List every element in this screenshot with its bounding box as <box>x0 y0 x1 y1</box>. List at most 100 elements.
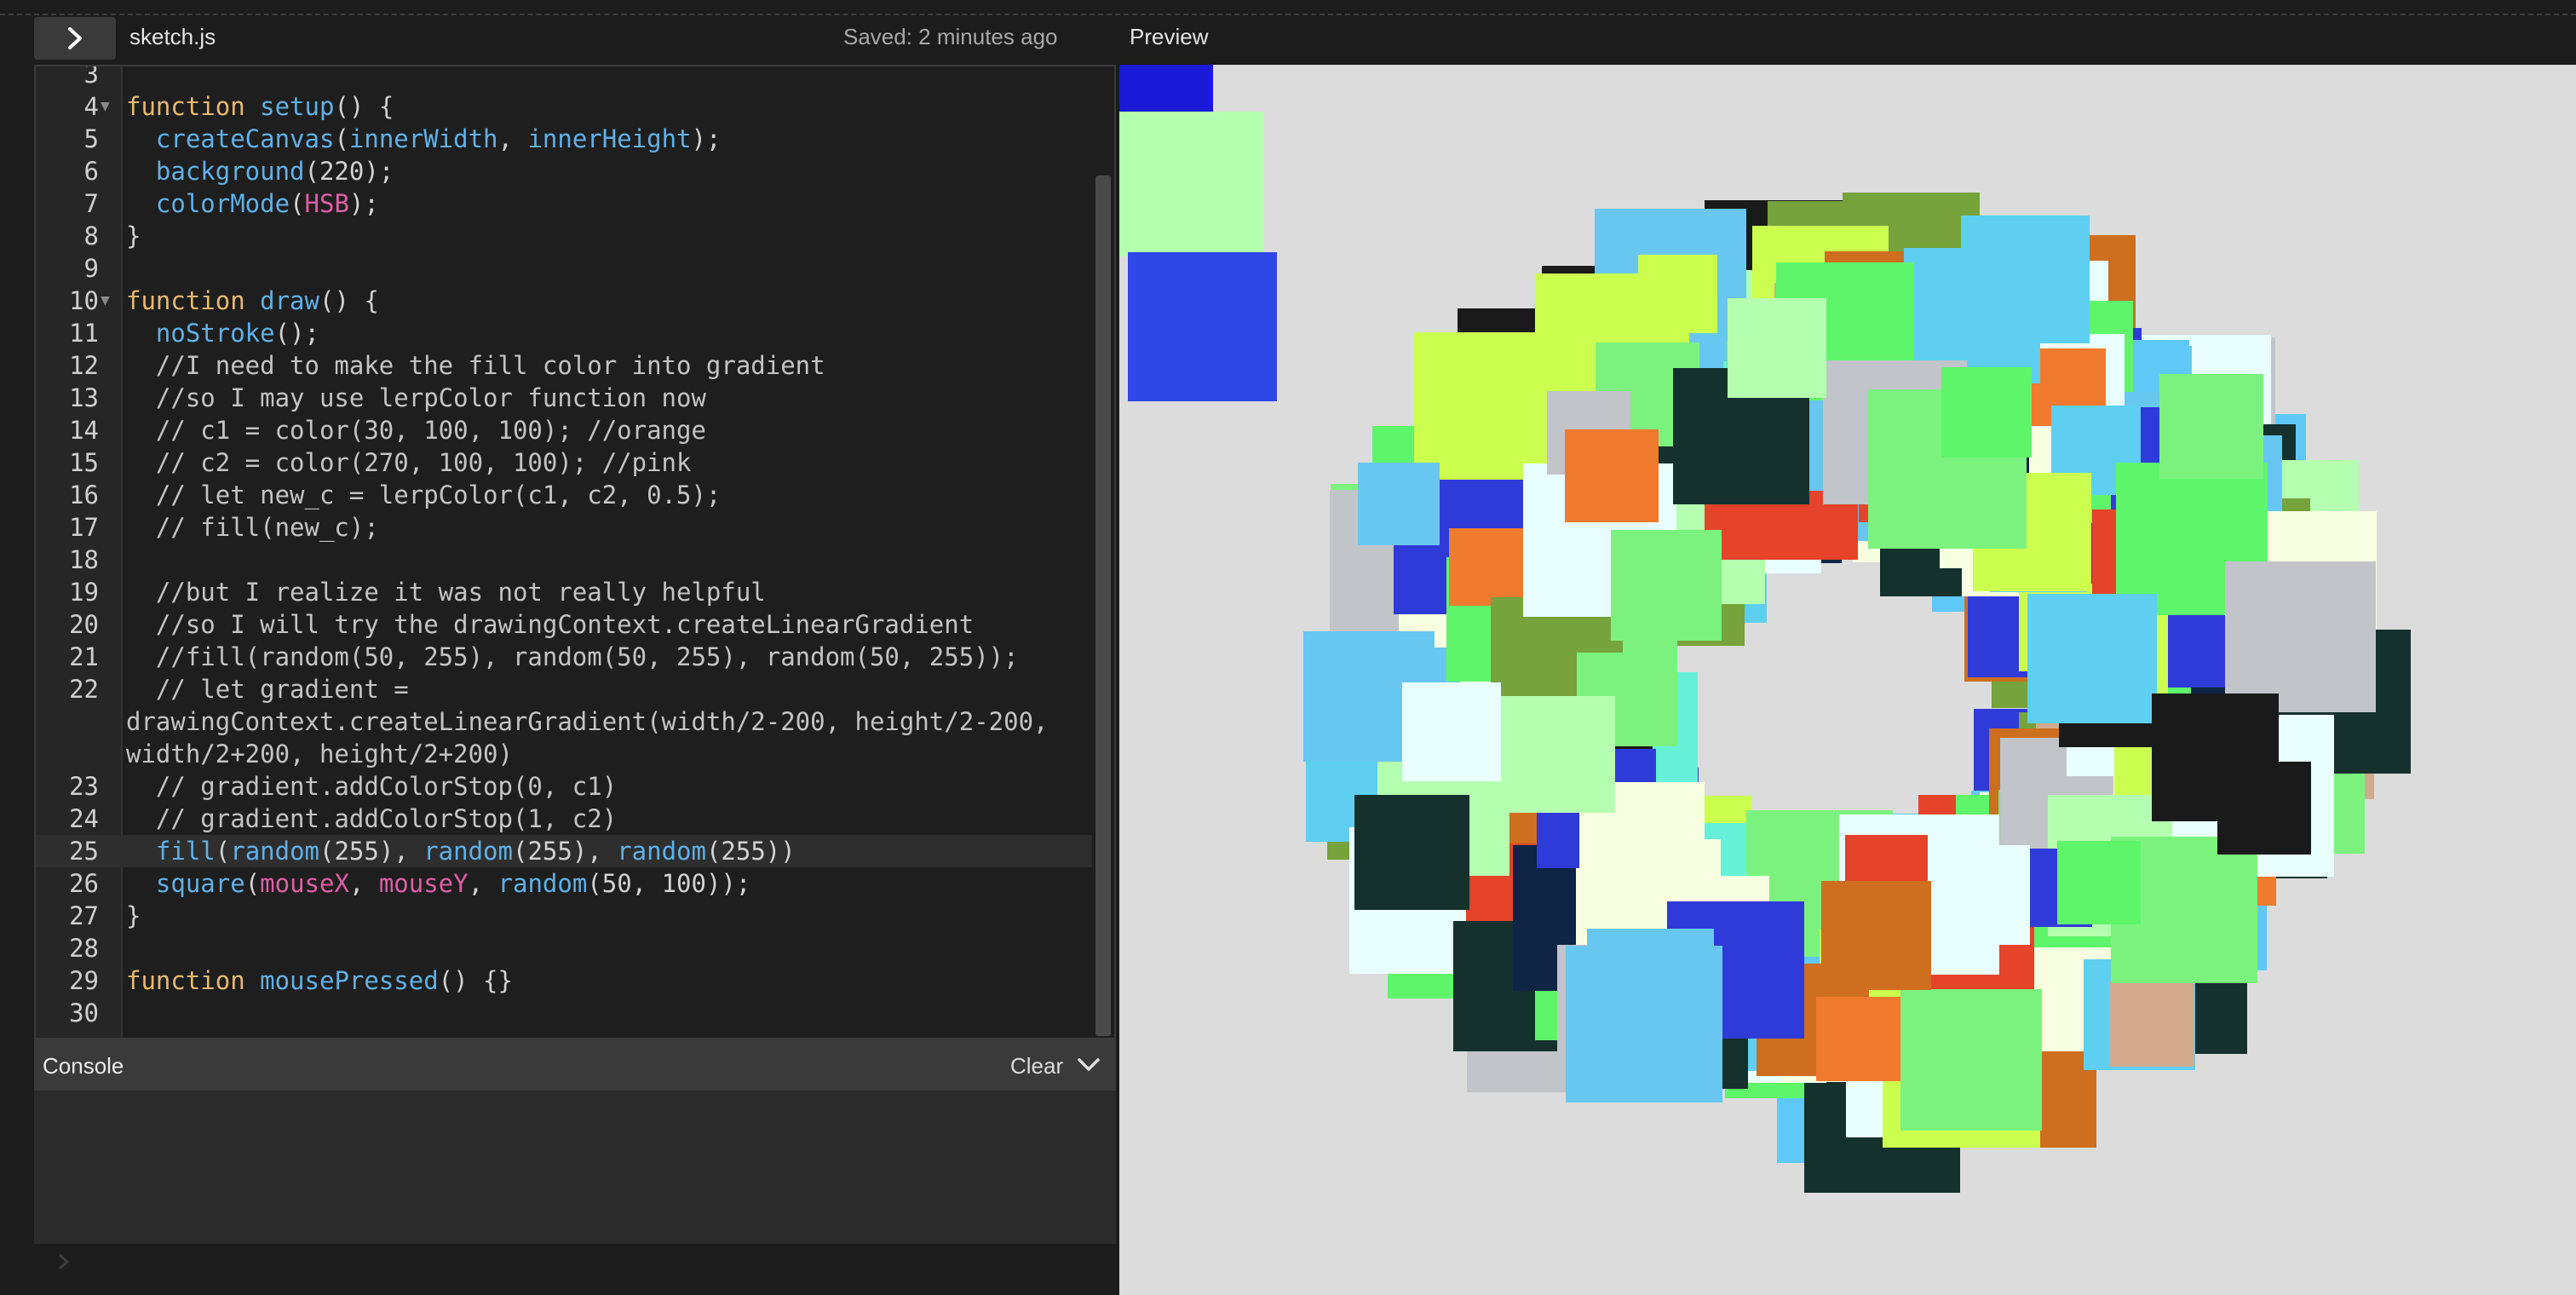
drawn-square <box>2151 694 2279 821</box>
line-number: 7 <box>83 189 99 218</box>
code-text: //fill(random(50, 255), random(50, 255),… <box>126 642 1019 671</box>
drawn-square <box>2108 981 2194 1068</box>
fold-toggle-icon[interactable]: ▼ <box>101 90 110 123</box>
code-editor[interactable]: 3 4 ▼ function setup() {5 createCanvas(inne… <box>34 65 1116 1039</box>
code-text: fill(random(255), random(255), random(25… <box>126 837 796 866</box>
line-number: 29 <box>69 966 99 995</box>
drawn-square <box>1727 298 1827 398</box>
drawn-square <box>1401 682 1502 782</box>
code-line[interactable]: 22 // let gradient = <box>36 673 1114 705</box>
drawn-square <box>2057 841 2141 924</box>
code-line[interactable]: 21 //fill(random(50, 255), random(50, 25… <box>36 641 1114 673</box>
code-text: // gradient.addColorStop(0, c1) <box>126 772 618 801</box>
code-text: colorMode(HSB); <box>126 189 379 218</box>
line-number: 3 <box>83 65 99 89</box>
editor-scrollbar[interactable] <box>1092 66 1114 1038</box>
line-number: 12 <box>69 351 99 380</box>
code-line[interactable]: 24 // gradient.addColorStop(1, c2) <box>36 803 1114 835</box>
code-line[interactable]: 25 fill(random(255), random(255), random… <box>36 835 1114 867</box>
line-number: 28 <box>69 934 99 963</box>
drawn-square <box>1565 429 1659 523</box>
chevron-right-icon <box>68 27 82 49</box>
drawn-square <box>2159 374 2264 479</box>
code-text: // gradient.addColorStop(1, c2) <box>126 804 618 833</box>
line-number: 25 <box>69 837 99 866</box>
line-number: 18 <box>69 545 99 574</box>
line-number: 16 <box>69 481 99 509</box>
code-text: } <box>126 901 141 930</box>
code-text: //I need to make the fill color into gra… <box>126 351 825 380</box>
console-output[interactable] <box>34 1091 1116 1244</box>
code-line[interactable]: 13 //so I may use lerpColor function now <box>36 382 1114 414</box>
line-number: 20 <box>69 610 99 639</box>
drawn-square <box>1815 996 1901 1082</box>
drawn-square <box>1357 462 1440 545</box>
code-text: function setup() { <box>126 92 394 121</box>
drawn-square <box>1611 530 1722 641</box>
line-number: 24 <box>69 804 99 833</box>
console-header[interactable]: Console Clear <box>34 1039 1116 1091</box>
drawn-square <box>1498 695 1616 813</box>
code-text: drawingContext.createLinearGradient(widt… <box>126 707 1049 736</box>
code-line[interactable]: 6 background(220); <box>36 155 1114 187</box>
code-line[interactable]: 18 <box>36 544 1114 576</box>
code-line[interactable]: 5 createCanvas(innerWidth, innerHeight); <box>36 123 1114 155</box>
code-line[interactable]: 27} <box>36 900 1114 932</box>
line-number: 17 <box>69 513 99 542</box>
preview-label: Preview <box>1130 24 1209 49</box>
code-text: function mousePressed() {} <box>126 966 513 995</box>
code-line[interactable]: 11 noStroke(); <box>36 317 1114 349</box>
code-line[interactable]: 23 // gradient.addColorStop(0, c1) <box>36 770 1114 803</box>
line-number: 27 <box>69 901 99 930</box>
sketch-preview-canvas[interactable] <box>1119 65 2576 1295</box>
code-line[interactable]: 16 // let new_c = lerpColor(c1, c2, 0.5)… <box>36 479 1114 511</box>
code-line[interactable]: 29 function mousePressed() {} <box>36 964 1114 997</box>
line-number: 21 <box>69 642 99 671</box>
code-line[interactable]: 3 <box>36 65 1114 90</box>
code-line[interactable]: drawingContext.createLinearGradient(widt… <box>36 705 1114 738</box>
editor-scroll-thumb[interactable] <box>1095 176 1111 1036</box>
line-number: 15 <box>69 448 99 477</box>
drawn-square <box>1354 795 1470 911</box>
code-line[interactable]: 28 <box>36 932 1114 964</box>
line-number: 19 <box>69 578 99 607</box>
line-number: 26 <box>69 869 99 898</box>
code-text: //so I may use lerpColor function now <box>126 383 706 412</box>
code-line[interactable]: 26 square(mouseX, mouseY, random(50, 100… <box>36 867 1114 900</box>
console-prompt-icon <box>59 1253 70 1270</box>
code-line[interactable]: 4 ▼ function setup() { <box>36 90 1114 123</box>
chevron-down-icon[interactable] <box>1075 1051 1102 1079</box>
code-text: square(mouseX, mouseY, random(50, 100)); <box>126 869 751 898</box>
code-text: width/2+200, height/2+200) <box>126 740 513 768</box>
console-clear-button[interactable]: Clear <box>1010 1053 1063 1079</box>
line-number: 9 <box>83 254 99 283</box>
code-line[interactable]: 8} <box>36 220 1114 252</box>
drawn-square <box>2225 561 2377 713</box>
fold-toggle-icon[interactable]: ▼ <box>101 285 110 317</box>
code-line[interactable]: 12 //I need to make the fill color into … <box>36 349 1114 382</box>
drawn-square <box>1119 112 1264 256</box>
code-text: //so I will try the drawingContext.creat… <box>126 610 975 639</box>
file-name[interactable]: sketch.js <box>129 24 216 50</box>
line-number: 8 <box>83 222 99 250</box>
toolbar: sketch.js Saved: 2 minutes ago Preview <box>0 0 2576 66</box>
sidebar-toggle-button[interactable] <box>34 17 116 60</box>
code-line[interactable]: 9 <box>36 252 1114 285</box>
saved-status: Saved: 2 minutes ago <box>843 24 1058 49</box>
code-line[interactable]: width/2+200, height/2+200) <box>36 738 1114 770</box>
line-number: 30 <box>69 999 99 1027</box>
code-text: // fill(new_c); <box>126 513 379 542</box>
code-text: noStroke(); <box>126 319 319 348</box>
line-number: 23 <box>69 772 99 801</box>
drawn-square <box>1586 929 1715 1056</box>
code-line[interactable]: 20 //so I will try the drawingContext.cr… <box>36 608 1114 641</box>
code-line[interactable]: 7 colorMode(HSB); <box>36 187 1114 220</box>
code-line[interactable]: 19 //but I realize it was not really hel… <box>36 576 1114 608</box>
code-text: // c2 = color(270, 100, 100); //pink <box>126 448 692 477</box>
code-line[interactable]: 14 // c1 = color(30, 100, 100); //orange <box>36 414 1114 446</box>
code-line[interactable]: 10 ▼ function draw() { <box>36 285 1114 317</box>
code-line[interactable]: 30 <box>36 997 1114 1029</box>
code-line[interactable]: 15 // c2 = color(270, 100, 100); //pink <box>36 446 1114 479</box>
code-line[interactable]: 17 // fill(new_c); <box>36 511 1114 544</box>
line-number: 11 <box>69 319 99 348</box>
